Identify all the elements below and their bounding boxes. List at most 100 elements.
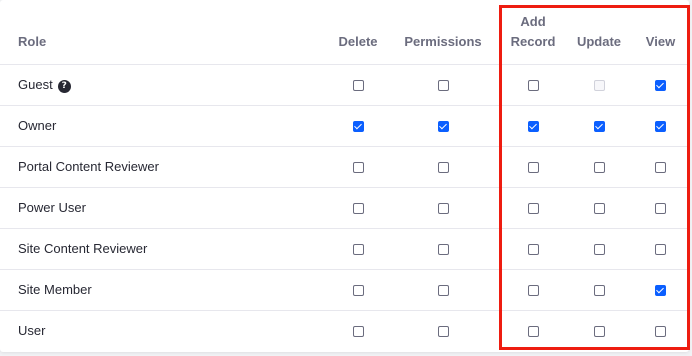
column-header-view: View	[632, 0, 689, 65]
permissions-checkbox[interactable]	[437, 162, 449, 174]
permission-cell-delete	[330, 64, 386, 106]
delete-checkbox[interactable]	[352, 80, 364, 92]
add-record-checkbox[interactable]	[527, 80, 539, 92]
permission-cell-add-record	[500, 228, 566, 270]
permission-cell-update	[566, 310, 632, 351]
permissions-card: Role Delete Permissions Add Record Updat…	[0, 0, 689, 352]
delete-checkbox[interactable]	[352, 121, 364, 133]
role-cell: Guest?	[0, 64, 330, 106]
permission-cell-add-record	[500, 146, 566, 188]
role-cell: Power User	[0, 187, 330, 229]
permission-cell-delete	[330, 105, 386, 147]
column-header-update: Update	[566, 0, 632, 65]
column-header-add-record: Add Record	[500, 0, 566, 65]
permission-cell-permissions	[386, 269, 500, 311]
add-record-checkbox[interactable]	[527, 162, 539, 174]
role-cell: Site Member	[0, 269, 330, 311]
permission-cell-update	[566, 269, 632, 311]
permission-cell-permissions	[386, 105, 500, 147]
permission-cell-update	[566, 64, 632, 106]
table-row: Portal Content Reviewer	[0, 146, 689, 188]
permission-cell-permissions	[386, 146, 500, 188]
view-checkbox[interactable]	[655, 80, 666, 92]
add-record-checkbox[interactable]	[527, 203, 539, 215]
permission-cell-delete	[330, 187, 386, 229]
role-name: User	[18, 323, 46, 339]
delete-checkbox[interactable]	[352, 326, 364, 338]
help-icon[interactable]: ?	[57, 79, 71, 93]
table-row: Site Content Reviewer	[0, 228, 689, 270]
permission-cell-update	[566, 146, 632, 188]
permission-cell-view	[632, 228, 689, 270]
delete-checkbox[interactable]	[352, 244, 364, 256]
table-row: Owner	[0, 105, 689, 147]
permission-cell-add-record	[500, 310, 566, 351]
column-header-delete: Delete	[330, 0, 386, 65]
view-checkbox[interactable]	[655, 285, 666, 297]
permissions-checkbox[interactable]	[437, 244, 449, 256]
add-record-line1: Add	[520, 13, 546, 29]
view-checkbox[interactable]	[655, 121, 666, 133]
permissions-checkbox[interactable]	[437, 203, 449, 215]
view-checkbox[interactable]	[655, 162, 666, 174]
permission-cell-view	[632, 310, 689, 351]
role-cell: User	[0, 310, 330, 351]
table-row: Site Member	[0, 269, 689, 311]
delete-checkbox[interactable]	[352, 203, 364, 215]
view-checkbox[interactable]	[655, 326, 666, 338]
permissions-checkbox[interactable]	[437, 326, 449, 338]
column-header-permissions: Permissions	[386, 0, 500, 65]
table-row: Power User	[0, 187, 689, 229]
permission-cell-view	[632, 64, 689, 106]
role-name: Portal Content Reviewer	[18, 159, 159, 174]
permission-cell-add-record	[500, 187, 566, 229]
permissions-table: Role Delete Permissions Add Record Updat…	[0, 0, 689, 351]
add-record-checkbox[interactable]	[527, 121, 539, 133]
permissions-checkbox[interactable]	[437, 121, 449, 133]
table-row: User	[0, 310, 689, 351]
permission-cell-add-record	[500, 269, 566, 311]
role-name: Site Member	[18, 282, 92, 297]
role-name: Power User	[18, 200, 86, 215]
update-checkbox[interactable]	[593, 244, 605, 256]
add-record-line2: Record	[510, 33, 556, 49]
role-cell: Portal Content Reviewer	[0, 146, 330, 188]
permission-cell-permissions	[386, 310, 500, 351]
update-checkbox[interactable]	[593, 203, 605, 215]
update-checkbox[interactable]	[593, 326, 605, 338]
update-checkbox[interactable]	[593, 162, 605, 174]
delete-checkbox[interactable]	[352, 285, 364, 297]
update-checkbox[interactable]	[593, 121, 605, 133]
view-checkbox[interactable]	[655, 244, 666, 256]
table-row: Guest?	[0, 64, 689, 106]
update-checkbox	[593, 80, 605, 92]
permission-cell-permissions	[386, 228, 500, 270]
permission-cell-view	[632, 269, 689, 311]
permission-cell-view	[632, 105, 689, 147]
permission-cell-permissions	[386, 187, 500, 229]
role-name: Guest	[18, 76, 53, 92]
permission-cell-update	[566, 228, 632, 270]
delete-checkbox[interactable]	[352, 162, 364, 174]
permission-cell-delete	[330, 228, 386, 270]
permission-cell-delete	[330, 269, 386, 311]
permission-cell-delete	[330, 310, 386, 351]
update-checkbox[interactable]	[593, 285, 605, 297]
permission-cell-permissions	[386, 64, 500, 106]
permissions-checkbox[interactable]	[437, 285, 449, 297]
permission-cell-add-record	[500, 105, 566, 147]
role-cell: Owner	[0, 105, 330, 147]
permission-cell-view	[632, 146, 689, 188]
view-checkbox[interactable]	[655, 203, 666, 215]
role-name: Site Content Reviewer	[18, 241, 148, 256]
add-record-checkbox[interactable]	[527, 285, 539, 297]
permissions-checkbox[interactable]	[437, 80, 449, 92]
add-record-checkbox[interactable]	[527, 244, 539, 256]
role-name: Owner	[18, 118, 57, 133]
permission-cell-view	[632, 187, 689, 229]
permission-cell-update	[566, 105, 632, 147]
permission-cell-update	[566, 187, 632, 229]
permission-cell-delete	[330, 146, 386, 188]
add-record-checkbox[interactable]	[527, 326, 539, 338]
column-header-role: Role	[0, 0, 330, 65]
